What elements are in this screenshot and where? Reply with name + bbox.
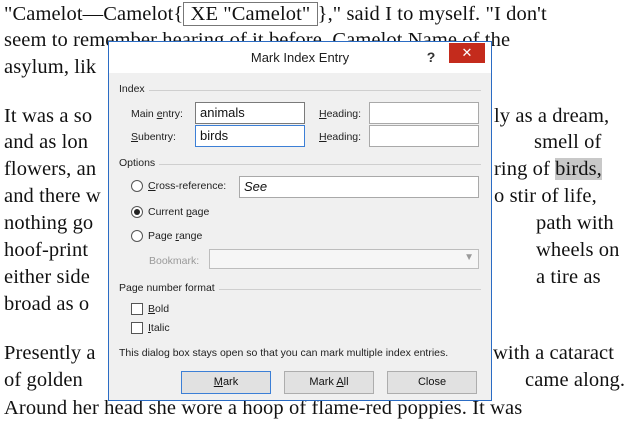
doc-line-10: either side xyxy=(4,266,90,288)
doc-fragment-5: path with xyxy=(536,212,614,234)
doc-fragment-1: ly as a dream, xyxy=(494,105,610,127)
index-field-code: XE "Camelot" xyxy=(183,2,318,26)
bold-checkbox[interactable] xyxy=(131,303,143,315)
chevron-down-icon: ▼ xyxy=(464,252,474,263)
doc-fragment-8: with a cataract xyxy=(493,342,615,364)
highlighted-word: birds, xyxy=(555,158,602,180)
options-section-label: Options xyxy=(119,157,156,169)
page-range-label[interactable]: Page range xyxy=(148,230,202,242)
page-range-radio[interactable] xyxy=(131,230,143,242)
doc-line-6: flowers, an xyxy=(4,158,97,180)
mark-button[interactable]: Mark xyxy=(181,371,271,394)
doc-fragment-4: o stir of life, xyxy=(494,185,597,207)
dialog-titlebar[interactable]: Mark Index Entry ? ✕ xyxy=(109,42,491,73)
close-button[interactable]: Close xyxy=(387,371,477,394)
doc-line-3: asylum, lik xyxy=(4,56,97,78)
heading-label-2: Heading: xyxy=(319,131,362,143)
index-section-label: Index xyxy=(119,83,145,95)
cross-reference-input[interactable]: See xyxy=(239,176,479,198)
doc-fragment-9: came along. xyxy=(525,369,626,391)
options-divider xyxy=(159,164,481,165)
main-entry-input[interactable]: animals xyxy=(195,102,305,124)
bookmark-select[interactable]: ▼ xyxy=(209,249,479,269)
doc-line-1: "Camelot—Camelot{ XE "Camelot" }," said … xyxy=(4,2,547,26)
doc-line-13: of golden xyxy=(4,369,83,391)
doc-line-12: Presently a xyxy=(4,342,96,364)
current-page-radio[interactable] xyxy=(131,206,143,218)
info-note: This dialog box stays open so that you c… xyxy=(119,347,449,359)
doc-line-7: and there w xyxy=(4,185,101,207)
doc-line-9: hoof-print xyxy=(4,239,89,261)
cross-reference-label[interactable]: Cross-reference: xyxy=(148,180,226,192)
help-button[interactable]: ? xyxy=(421,47,441,67)
doc-fragment-7: a tire as xyxy=(536,266,601,288)
page-number-divider xyxy=(219,289,481,290)
doc-line-5: and as lon xyxy=(4,131,89,153)
italic-checkbox[interactable] xyxy=(131,322,143,334)
bookmark-label: Bookmark: xyxy=(149,255,200,267)
doc-line-11: broad as o xyxy=(4,293,90,315)
cross-reference-radio[interactable] xyxy=(131,180,143,192)
italic-label[interactable]: Italic xyxy=(148,322,170,334)
doc-fragment-2: smell of xyxy=(534,131,602,153)
main-entry-label: Main entry: xyxy=(131,108,183,120)
heading-input-1[interactable] xyxy=(369,102,479,124)
doc-line-8: nothing go xyxy=(4,212,94,234)
close-x-button[interactable]: ✕ xyxy=(449,43,485,63)
doc-fragment-3: ring of birds, xyxy=(494,158,602,180)
mark-all-button[interactable]: Mark All xyxy=(284,371,374,394)
doc-line-4: It was a so xyxy=(4,105,93,127)
heading-label-1: Heading: xyxy=(319,108,362,120)
heading-input-2[interactable] xyxy=(369,125,479,147)
doc-fragment-6: wheels on xyxy=(536,239,620,261)
subentry-label: Subentry: xyxy=(131,131,176,143)
index-divider xyxy=(149,90,481,91)
current-page-label[interactable]: Current page xyxy=(148,206,209,218)
bold-label[interactable]: Bold xyxy=(148,303,169,315)
page-number-format-label: Page number format xyxy=(119,282,215,294)
mark-index-entry-dialog: Mark Index Entry ? ✕ Index Main entry: a… xyxy=(108,41,492,401)
subentry-input[interactable]: birds xyxy=(195,125,305,147)
